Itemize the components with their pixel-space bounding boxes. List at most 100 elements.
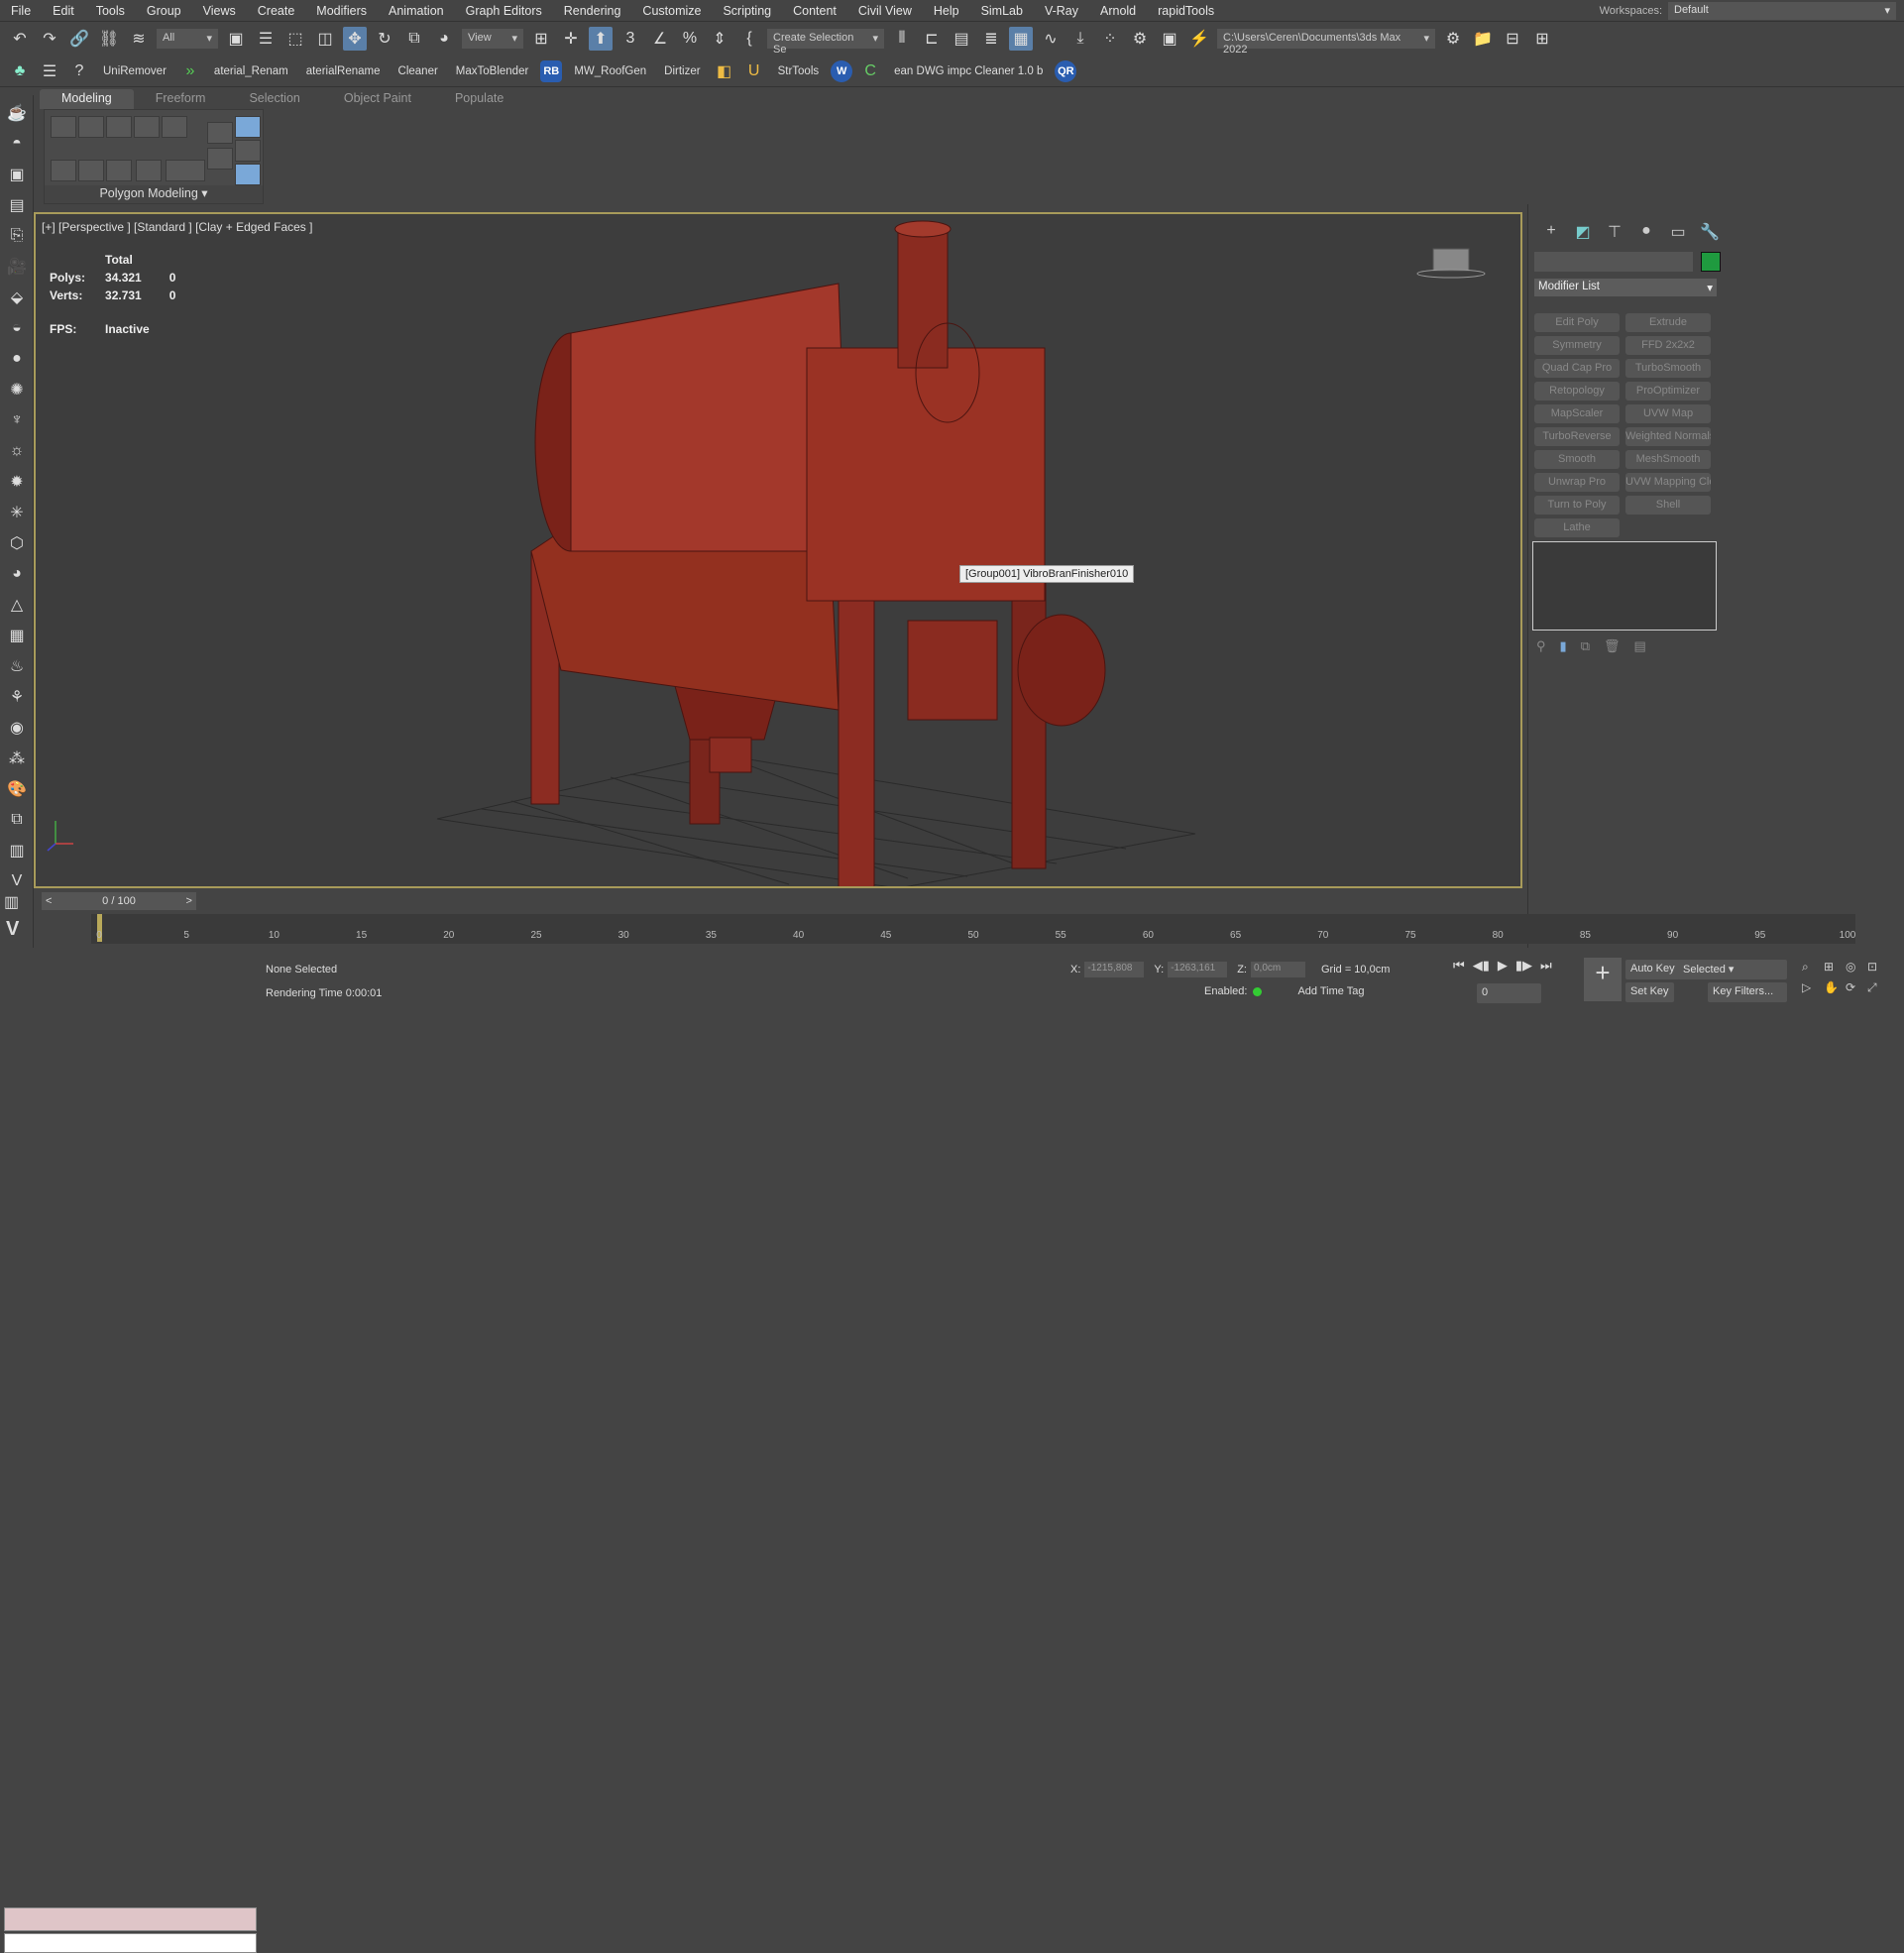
reference-coord-dropdown[interactable]: View ▾ — [462, 29, 523, 49]
dome-icon[interactable]: ◒ — [4, 315, 30, 341]
menu-simlab[interactable]: SimLab — [970, 4, 1034, 18]
menu-file[interactable]: File — [0, 4, 42, 18]
menu-help[interactable]: Help — [923, 4, 970, 18]
make-unique-icon[interactable] — [235, 164, 261, 185]
scene-explorer-icon[interactable]: ▤ — [950, 27, 973, 51]
camera-icon[interactable]: ⎘ — [4, 223, 30, 249]
orbit-icon[interactable]: ⟳ — [1846, 980, 1867, 995]
modifier-button[interactable]: TurboReverse — [1534, 427, 1620, 446]
teapot-icon[interactable]: ☕ — [4, 100, 30, 126]
trees-icon[interactable]: ♣ — [8, 59, 32, 83]
snaps-toggle-icon[interactable]: 3 — [618, 27, 642, 51]
redo-icon[interactable]: ↷ — [38, 27, 61, 51]
menu-graph-editors[interactable]: Graph Editors — [455, 4, 553, 18]
menu-scripting[interactable]: Scripting — [712, 4, 782, 18]
time-slider[interactable]: <0 / 100 > — [42, 892, 196, 910]
sc-icon[interactable]: C — [858, 59, 882, 83]
modifier-stack[interactable] — [1532, 541, 1717, 631]
dirtizer-button[interactable]: Dirtizer — [658, 65, 706, 77]
menu-civil-view[interactable]: Civil View — [847, 4, 923, 18]
go-to-start-icon[interactable]: ⏮ — [1453, 958, 1465, 974]
cleaner-button[interactable]: Cleaner — [392, 65, 444, 77]
zoom-extents-all-icon[interactable]: ⊡ — [1867, 960, 1889, 975]
mini-curve-editor-icon[interactable]: ▥ — [4, 892, 19, 912]
layers-icon[interactable]: ⧉ — [4, 807, 30, 833]
select2-icon[interactable] — [78, 160, 104, 181]
go-to-end-icon[interactable]: ⏭ — [1540, 958, 1552, 974]
ribbon-tab-object-paint[interactable]: Object Paint — [322, 89, 433, 109]
selection-filter-dropdown[interactable]: All ▾ — [157, 29, 218, 49]
light-icon[interactable]: ⬙ — [4, 285, 30, 310]
modifier-button[interactable]: FFD 2x2x2 — [1625, 336, 1711, 355]
modifier-button[interactable]: ProOptimizer — [1625, 382, 1711, 401]
ignore-backfacing-icon[interactable] — [166, 160, 205, 181]
manipulate-icon[interactable]: ✛ — [559, 27, 583, 51]
u-tool-icon[interactable]: U — [742, 59, 766, 83]
zoom-all-icon[interactable]: ⊞ — [1824, 960, 1846, 975]
workspaces-dropdown[interactable]: Default ▾ — [1668, 2, 1896, 20]
menu-content[interactable]: Content — [782, 4, 847, 18]
project-structure-icon[interactable]: ⊟ — [1501, 27, 1524, 51]
window-crossing-icon[interactable]: ◫ — [313, 27, 337, 51]
menu-arnold[interactable]: Arnold — [1089, 4, 1147, 18]
ribbon-tab-freeform[interactable]: Freeform — [134, 89, 228, 109]
curve-editor-icon[interactable]: ∿ — [1039, 27, 1063, 51]
display-tab-icon[interactable]: ▭ — [1665, 222, 1691, 244]
sphere-icon[interactable]: ● — [4, 346, 30, 372]
scale-icon[interactable]: ⧉ — [402, 27, 426, 51]
box-icon[interactable]: ▣ — [4, 162, 30, 187]
x-coordinate-field[interactable]: -1215,808 — [1084, 962, 1145, 977]
set-key-button[interactable]: Set Key — [1625, 982, 1674, 1002]
menu-views[interactable]: Views — [192, 4, 247, 18]
menu-create[interactable]: Create — [247, 4, 306, 18]
cube-icon[interactable]: ⬡ — [4, 530, 30, 556]
z-coordinate-field[interactable]: 0,0cm — [1250, 962, 1305, 977]
modifier-button[interactable]: Quad Cap Pro — [1534, 359, 1620, 378]
undo-icon[interactable]: ↶ — [8, 27, 32, 51]
document-icon[interactable]: ▤ — [4, 192, 30, 218]
ribbon-tab-modeling[interactable]: Modeling — [40, 89, 134, 109]
unlink-icon[interactable]: ⛓ — [97, 27, 121, 51]
mirror-icon[interactable]: ⫴ — [890, 27, 914, 51]
render-setup-icon[interactable]: ⚙ — [1128, 27, 1152, 51]
utilities-tab-icon[interactable]: 🔧 — [1697, 222, 1723, 244]
menu-customize[interactable]: Customize — [631, 4, 712, 18]
lamp-icon[interactable]: ♆ — [4, 407, 30, 433]
pin-stack-icon[interactable] — [235, 140, 261, 162]
show-end-result-icon[interactable]: ▮ — [1560, 638, 1567, 654]
modifier-button[interactable]: Extrude — [1625, 313, 1711, 332]
ribbon-tab-populate[interactable]: Populate — [433, 89, 525, 109]
pivot-icon[interactable]: ⊞ — [529, 27, 553, 51]
project-tree-icon[interactable]: ⊞ — [1530, 27, 1554, 51]
modifier-list-dropdown[interactable]: Modifier List ▾ — [1534, 279, 1717, 296]
spinner-snap-icon[interactable]: ⇕ — [708, 27, 731, 51]
align-icon[interactable]: ⊏ — [920, 27, 944, 51]
material-editor-icon[interactable]: ⁘ — [1098, 27, 1122, 51]
material-rename2-button[interactable]: aterialRename — [300, 65, 387, 77]
maxscript-listener[interactable] — [4, 1907, 257, 1931]
palette-icon[interactable]: 🎨 — [4, 776, 30, 802]
rotate-icon[interactable]: ↻ — [373, 27, 396, 51]
menu-tools[interactable]: Tools — [85, 4, 136, 18]
fov-icon[interactable]: ▷ — [1802, 980, 1824, 995]
object-name-input[interactable] — [1534, 252, 1693, 272]
make-unique-icon[interactable]: ⧉ — [1581, 638, 1590, 654]
pin-stack-icon[interactable]: ⚲ — [1536, 638, 1546, 654]
spark-icon[interactable]: ✳ — [4, 500, 30, 525]
help-icon[interactable]: ? — [67, 59, 91, 83]
sun-icon[interactable]: ✹ — [4, 469, 30, 495]
menu-animation[interactable]: Animation — [378, 4, 455, 18]
element-icon[interactable] — [162, 116, 187, 138]
percent-snap-icon[interactable]: % — [678, 27, 702, 51]
modifier-button[interactable]: Symmetry — [1534, 336, 1620, 355]
select3-icon[interactable] — [106, 160, 132, 181]
grid-icon[interactable]: ▦ — [4, 623, 30, 648]
project-settings-icon[interactable]: ⚙ — [1441, 27, 1465, 51]
zoom-icon[interactable]: ⌕ — [1802, 960, 1824, 975]
place-icon[interactable]: ◕ — [432, 27, 456, 51]
named-selection-set-dropdown[interactable]: Create Selection Se ▾ — [767, 29, 884, 56]
edit-named-selection-icon[interactable]: { — [737, 27, 761, 51]
ribbon-toggle-icon[interactable]: ▦ — [1009, 27, 1033, 51]
modifier-button[interactable]: Lathe — [1534, 518, 1620, 537]
strtools-button[interactable]: StrTools — [772, 65, 826, 77]
